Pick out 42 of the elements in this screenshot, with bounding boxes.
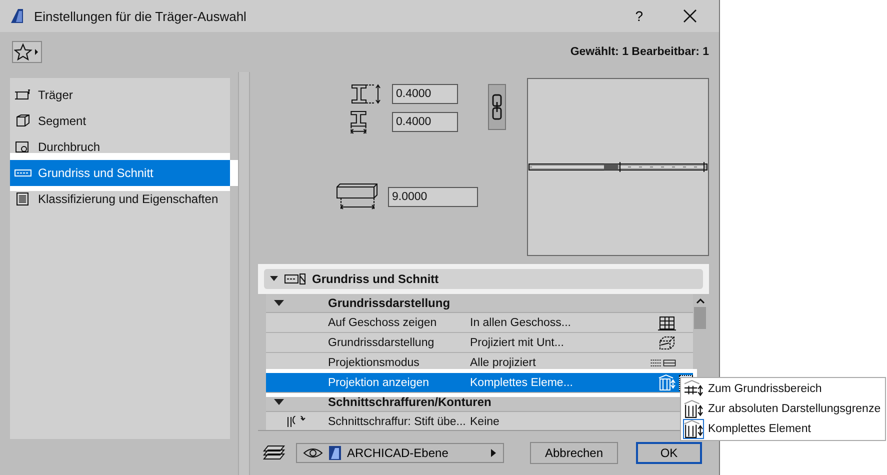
beam-icon bbox=[14, 88, 32, 102]
rotate-arrow-icon bbox=[286, 416, 308, 428]
link-toggle[interactable] bbox=[488, 84, 506, 130]
collapse-triangle-icon bbox=[274, 399, 284, 405]
table-row[interactable]: Auf Geschoss zeigen In allen Geschoss... bbox=[266, 313, 693, 333]
sidebar-item[interactable]: Klassifizierung und Eigenschaften bbox=[10, 186, 230, 212]
width-field[interactable]: 0.4000 bbox=[392, 112, 458, 132]
beam-length-icon bbox=[336, 183, 380, 211]
layer-logo-icon bbox=[329, 446, 341, 460]
beam-width-icon bbox=[350, 110, 367, 134]
selection-info: Gewählt: 1 Bearbeitbar: 1 bbox=[570, 46, 709, 58]
section-header[interactable]: Grundriss und Schnitt bbox=[264, 269, 703, 289]
sidebar-item[interactable]: Träger bbox=[10, 82, 230, 108]
group-header[interactable]: Grundrissdarstellung bbox=[266, 294, 693, 313]
play-triangle-icon bbox=[491, 448, 497, 458]
cancel-button[interactable]: Abbrechen bbox=[530, 442, 618, 464]
projected-box-icon bbox=[658, 334, 676, 350]
collapse-triangle-icon bbox=[270, 276, 278, 282]
ok-button[interactable]: OK bbox=[636, 442, 702, 464]
eye-icon bbox=[303, 447, 323, 459]
layer-dropdown[interactable]: ARCHICAD-Ebene bbox=[296, 443, 504, 463]
chain-link-icon bbox=[491, 93, 503, 121]
favorites-button[interactable] bbox=[12, 41, 42, 63]
sidebar-item[interactable]: Segment bbox=[10, 108, 230, 134]
scroll-up-icon[interactable] bbox=[696, 298, 704, 304]
scrollbar-thumb[interactable] bbox=[694, 307, 706, 329]
element-projection-icon bbox=[658, 374, 676, 392]
stories-icon bbox=[658, 314, 676, 330]
window-title: Einstellungen für die Träger-Auswahl bbox=[34, 8, 248, 24]
projection-mode-icon bbox=[650, 356, 676, 368]
cube-icon bbox=[14, 114, 32, 128]
plan-section-icon bbox=[284, 273, 306, 285]
length-field[interactable]: 9.0000 bbox=[388, 187, 478, 207]
height-field[interactable]: 0.4000 bbox=[392, 84, 458, 104]
sidebar-item[interactable]: Durchbruch bbox=[10, 134, 230, 160]
help-button[interactable]: ? bbox=[635, 8, 673, 24]
app-logo-icon bbox=[10, 8, 24, 24]
collapse-triangle-icon bbox=[274, 300, 284, 306]
layers-icon bbox=[262, 444, 286, 462]
table-row[interactable]: Grundrissdarstellung Projiziert mit Unt... bbox=[266, 333, 693, 353]
close-icon[interactable] bbox=[683, 9, 697, 23]
sidebar-item[interactable]: Grundriss und Schnitt bbox=[10, 160, 230, 186]
